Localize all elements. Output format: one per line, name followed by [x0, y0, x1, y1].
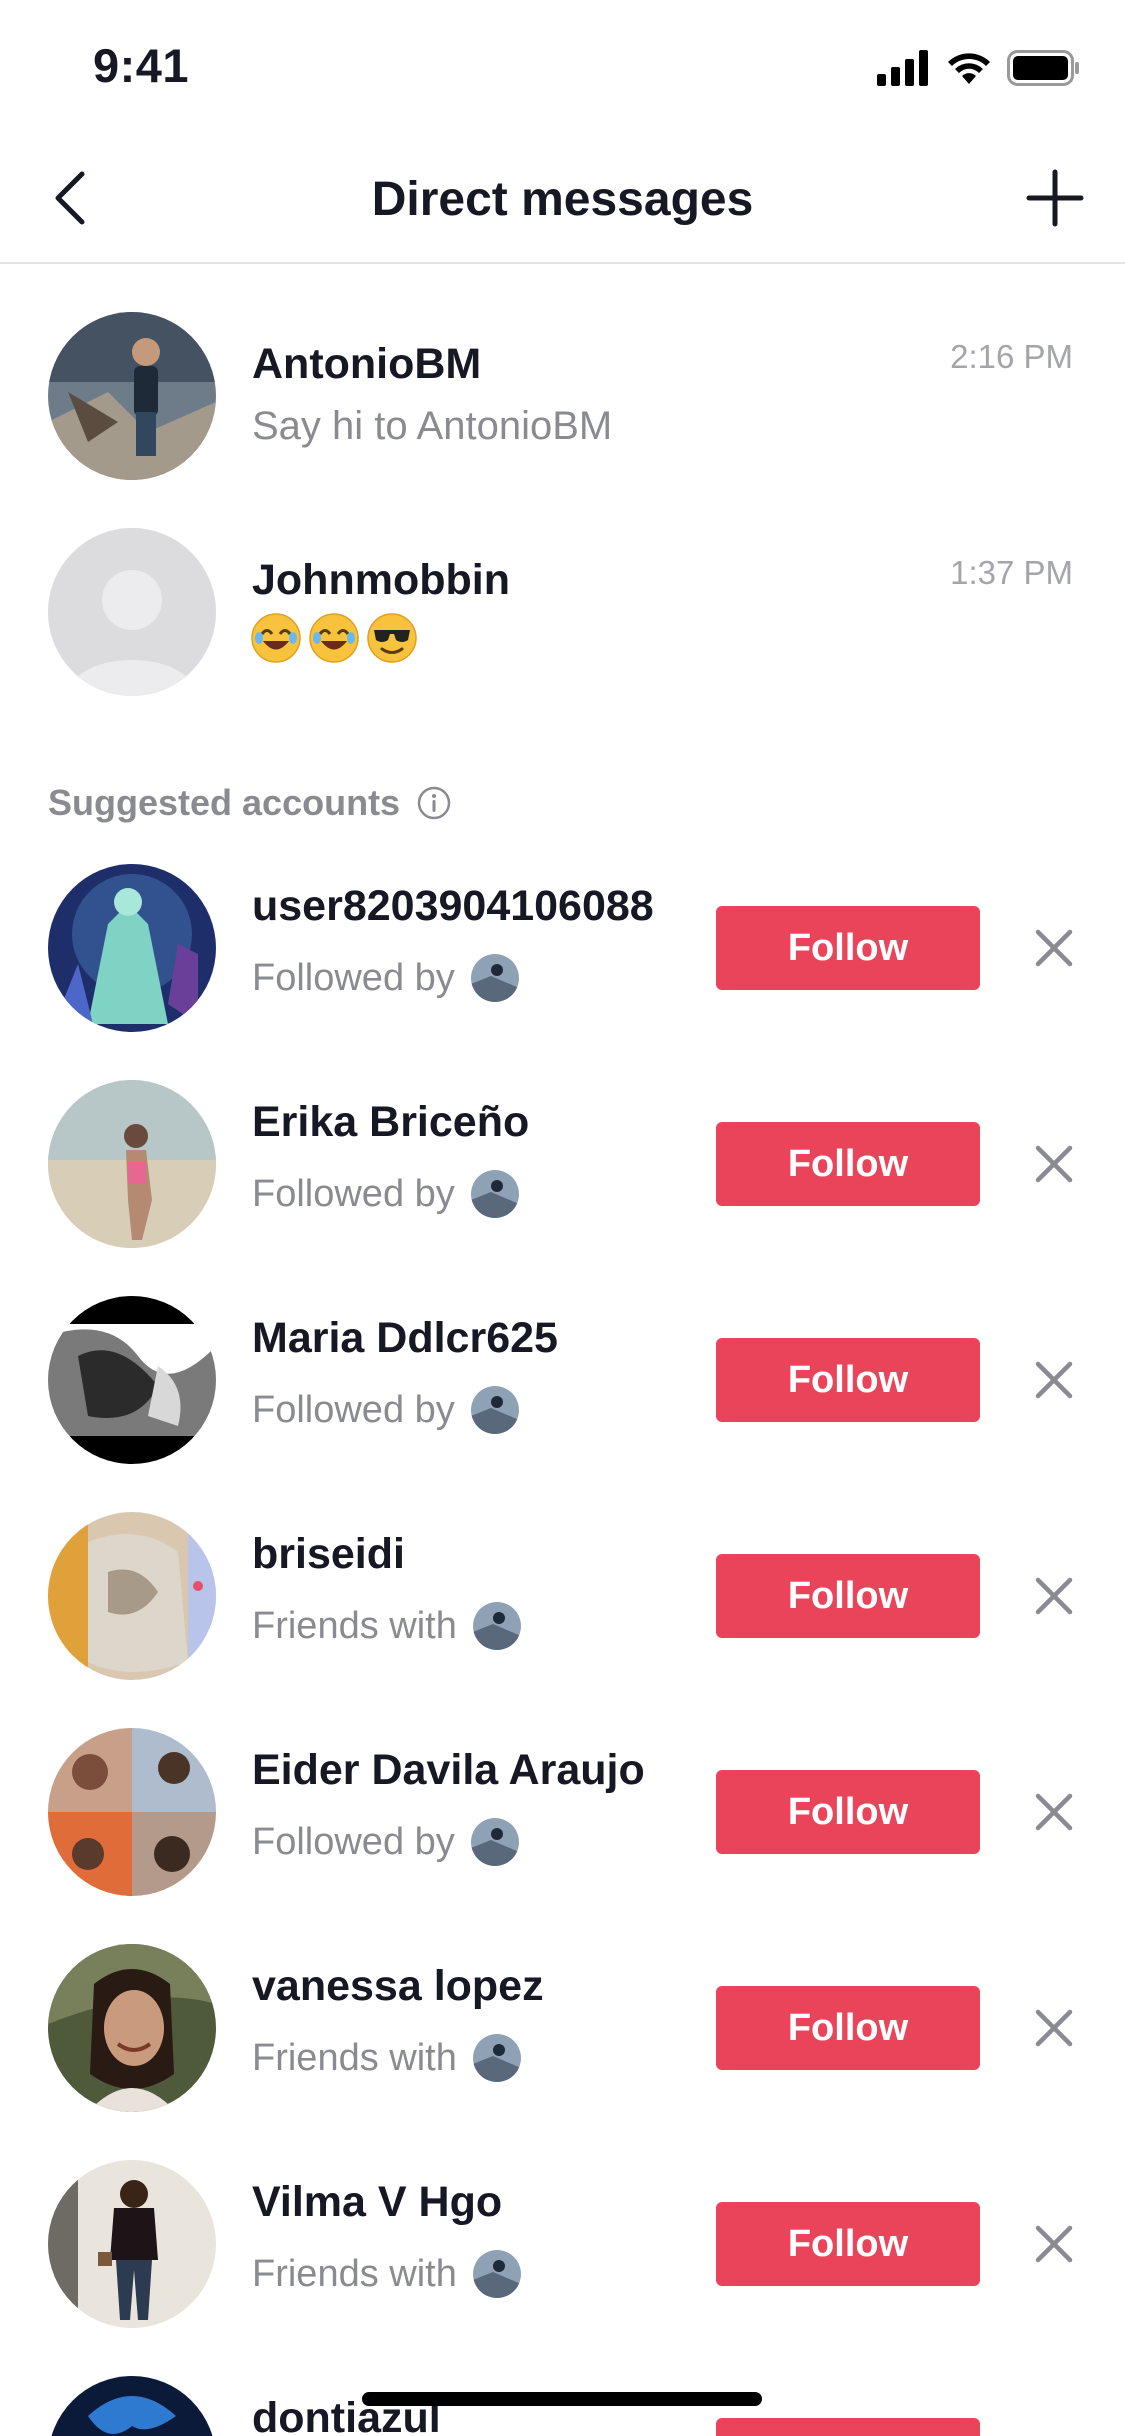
- follow-button[interactable]: Follow: [716, 1554, 980, 1638]
- page-title: Direct messages: [371, 173, 754, 226]
- account-name: Erika Briceño: [252, 1098, 530, 1146]
- status-bar: 9:41: [0, 0, 1125, 132]
- relation-label: Followed by: [252, 1172, 455, 1215]
- suggested-account-row[interactable]: dontiazul Follow: [0, 2376, 1125, 2436]
- conversation-row[interactable]: AntonioBM Say hi to AntonioBM 2:16 PM: [0, 296, 1125, 496]
- conversation-name: Johnmobbin: [252, 556, 510, 604]
- account-name: briseidi: [252, 1530, 405, 1578]
- account-name: Vilma V Hgo: [252, 2178, 503, 2226]
- account-relation: Followed by: [252, 1386, 519, 1434]
- avatar[interactable]: [48, 2376, 216, 2436]
- mutual-avatar: [470, 1386, 519, 1434]
- avatar[interactable]: [48, 2160, 216, 2328]
- follow-button[interactable]: Follow: [716, 906, 980, 990]
- relation-label: Friends with: [252, 2036, 457, 2079]
- close-icon[interactable]: [1034, 928, 1074, 968]
- suggested-account-row[interactable]: Erika Briceño Followed by Follow: [0, 1080, 1125, 1296]
- conversation-time: 2:16 PM: [950, 338, 1073, 375]
- avatar[interactable]: [48, 1080, 216, 1248]
- relation-label: Followed by: [252, 1820, 455, 1863]
- mutual-avatar: [470, 1818, 519, 1866]
- suggested-account-row[interactable]: vanessa lopez Friends with Follow: [0, 1944, 1125, 2160]
- laughing-emoji-icon: [309, 613, 359, 663]
- mutual-avatar: [470, 954, 519, 1002]
- avatar[interactable]: [48, 1296, 216, 1464]
- account-name: Maria Ddlcr625: [252, 1314, 558, 1362]
- laughing-emoji-icon: [251, 613, 301, 663]
- mutual-avatar: [472, 1602, 521, 1650]
- follow-button[interactable]: Follow: [716, 1122, 980, 1206]
- conversation-preview: [250, 612, 418, 664]
- conversation-preview: Say hi to AntonioBM: [252, 404, 613, 448]
- section-title: Suggested accounts: [48, 782, 401, 823]
- close-icon[interactable]: [1034, 2224, 1074, 2264]
- relation-label: Friends with: [252, 1604, 457, 1647]
- status-icons: [877, 48, 1081, 88]
- suggested-account-row[interactable]: Vilma V Hgo Friends with Follow: [0, 2160, 1125, 2376]
- status-time: 9:41: [93, 39, 190, 92]
- close-icon[interactable]: [1034, 1360, 1074, 1400]
- follow-button[interactable]: Follow: [716, 1338, 980, 1422]
- avatar[interactable]: [48, 864, 216, 1032]
- suggested-account-row[interactable]: Eider Davila Araujo Followed by Follow: [0, 1728, 1125, 1944]
- sunglasses-emoji-icon: [367, 613, 417, 663]
- relation-label: Followed by: [252, 1388, 455, 1431]
- suggested-account-row[interactable]: user8203904106088 Followed by Follow: [0, 864, 1125, 1080]
- mutual-avatar: [472, 2034, 521, 2082]
- battery-icon: [1007, 50, 1079, 86]
- home-indicator[interactable]: [362, 2392, 762, 2406]
- relation-label: Friends with: [252, 2252, 457, 2295]
- relation-label: Followed by: [252, 956, 455, 999]
- close-icon[interactable]: [1034, 1792, 1074, 1832]
- avatar[interactable]: [48, 1512, 216, 1680]
- account-name: user8203904106088: [252, 882, 654, 930]
- conversation-row[interactable]: Johnmobbin 1:37 PM: [0, 512, 1125, 712]
- account-relation: Followed by: [252, 1170, 519, 1218]
- account-relation: Followed by: [252, 1818, 519, 1866]
- conversation-name: AntonioBM: [252, 340, 482, 388]
- close-icon[interactable]: [1034, 1576, 1074, 1616]
- avatar[interactable]: [48, 312, 216, 480]
- new-message-plus-icon[interactable]: [1025, 168, 1085, 228]
- follow-button[interactable]: Follow: [716, 1770, 980, 1854]
- mutual-avatar: [470, 1170, 519, 1218]
- account-relation: Friends with: [252, 2034, 521, 2082]
- account-name: Eider Davila Araujo: [252, 1746, 645, 1794]
- account-relation: Followed by: [252, 954, 519, 1002]
- follow-button[interactable]: Follow: [716, 2202, 980, 2286]
- suggested-account-row[interactable]: Maria Ddlcr625 Followed by Follow: [0, 1296, 1125, 1512]
- mutual-avatar: [472, 2250, 521, 2298]
- account-relation: Friends with: [252, 1602, 521, 1650]
- avatar[interactable]: [48, 1944, 216, 2112]
- suggested-accounts-header: Suggested accounts: [48, 782, 452, 824]
- info-icon[interactable]: [416, 785, 452, 821]
- account-name: vanessa lopez: [252, 1962, 544, 2010]
- default-avatar-icon: [48, 528, 216, 696]
- follow-button[interactable]: Follow: [716, 1986, 980, 2070]
- conversation-time: 1:37 PM: [950, 554, 1073, 591]
- follow-button[interactable]: Follow: [716, 2418, 980, 2436]
- cellular-signal-icon: [877, 50, 928, 86]
- suggested-account-row[interactable]: briseidi Friends with Follow: [0, 1512, 1125, 1728]
- avatar[interactable]: [48, 528, 216, 696]
- avatar[interactable]: [48, 1728, 216, 1896]
- wifi-icon: [948, 53, 990, 84]
- account-relation: Friends with: [252, 2250, 521, 2298]
- close-icon[interactable]: [1034, 1144, 1074, 1184]
- nav-bar: Direct messages: [0, 132, 1125, 264]
- close-icon[interactable]: [1034, 2008, 1074, 2048]
